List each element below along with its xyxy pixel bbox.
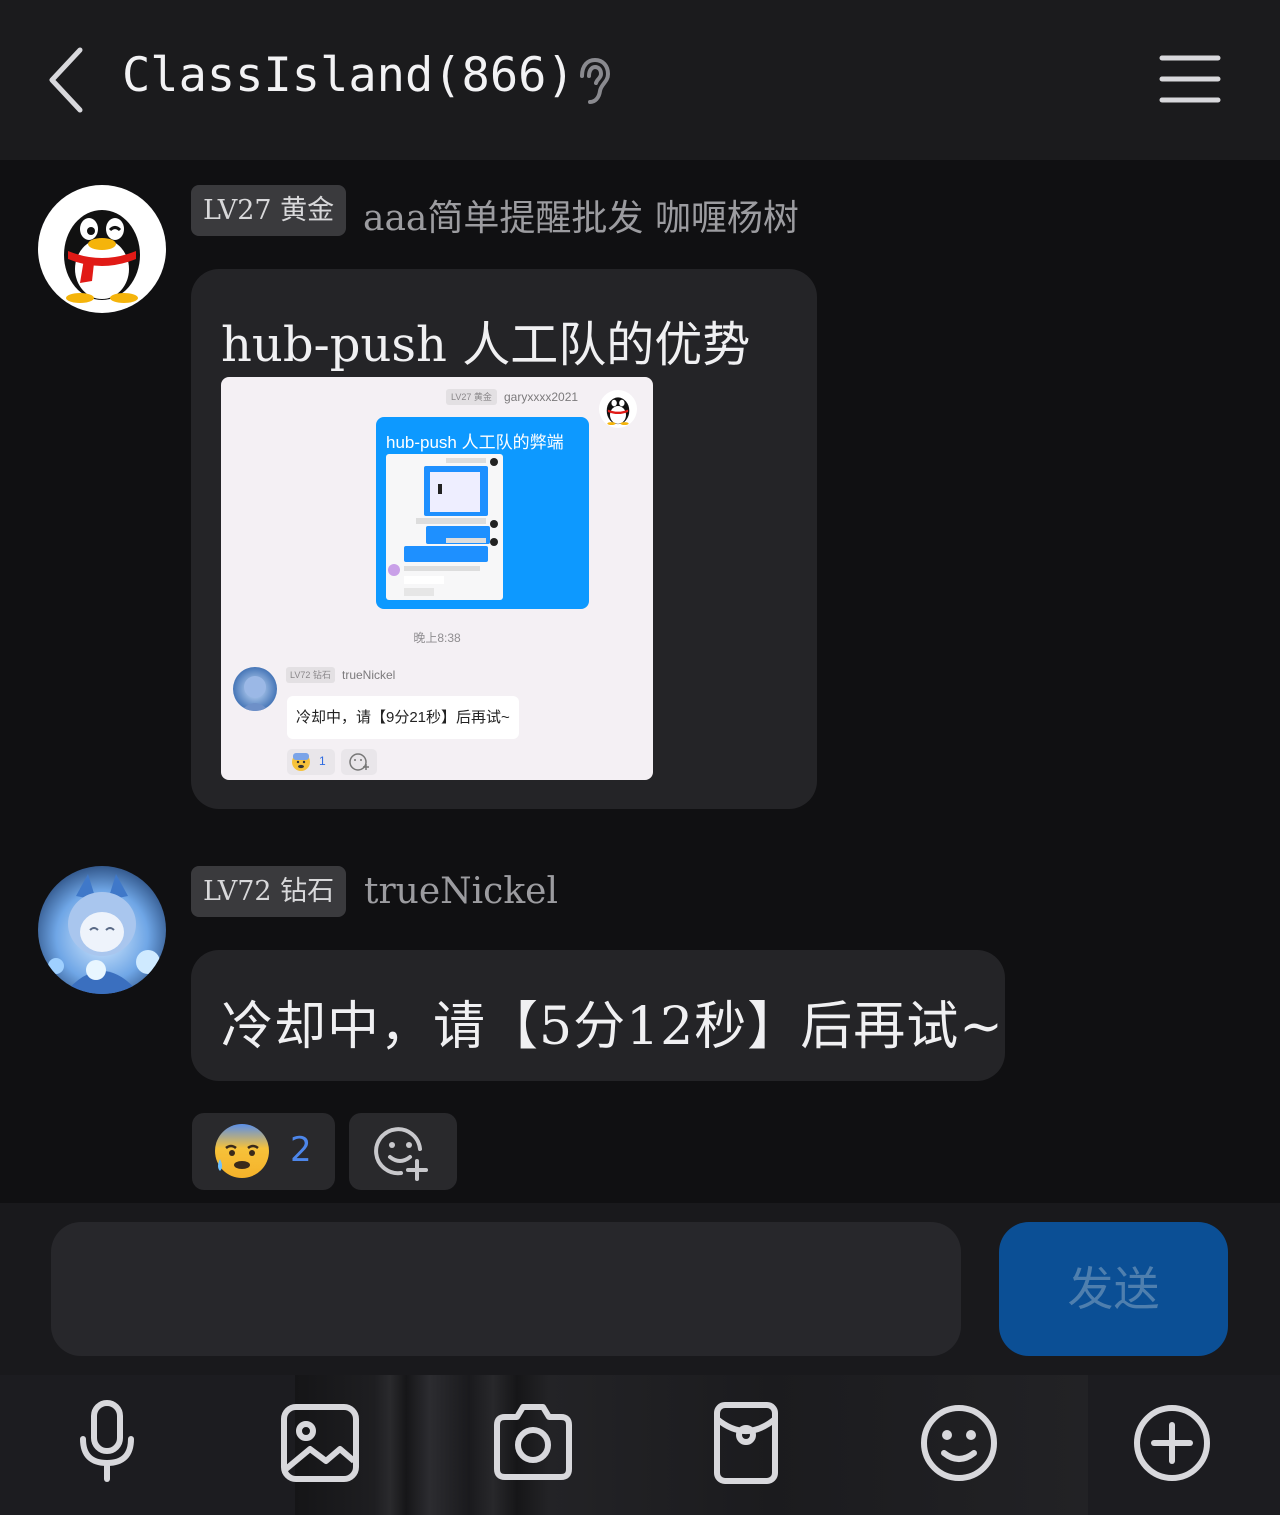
emoji-icon [921,1405,997,1481]
anime-avatar-icon [233,667,277,711]
screenshot-level-badge: LV27 黄金 [446,389,497,405]
camera-icon [494,1404,572,1480]
screenshot-add-reaction [341,749,377,775]
add-reaction-icon [374,1127,428,1181]
red-packet-button[interactable] [696,1393,796,1493]
screenshot-level-badge-2: LV72 钻石 [286,667,335,683]
message-bubble[interactable]: hub-push 人工队的优势 LV27 黄金 garyxxxx2021 hub… [191,269,817,809]
chat-header: ClassIsland(866) [0,0,1280,160]
anxious-sweat-emoji-icon [292,753,310,771]
anxious-sweat-emoji-icon [215,1124,269,1178]
anime-character-avatar-icon [38,866,166,994]
menu-button[interactable] [1158,52,1222,106]
send-button[interactable]: 发送 [999,1222,1228,1356]
qq-penguin-avatar-icon [64,210,140,303]
screenshot-reply-text: 冷却中，请【9分21秒】后再试~ [287,696,519,739]
plus-circle-icon [1134,1405,1210,1481]
microphone-button[interactable] [57,1393,157,1493]
back-button[interactable] [40,40,100,120]
qq-penguin-icon [606,397,630,426]
avatar[interactable] [38,185,166,313]
more-button[interactable] [1122,1393,1222,1493]
microphone-icon [80,1400,134,1482]
message-composer: 发送 [0,1203,1280,1375]
hamburger-menu-icon [1159,55,1221,103]
camera-button[interactable] [483,1393,583,1493]
message-text: hub-push 人工队的优势 [221,317,751,373]
level-badge: LV72 钻石 [191,866,347,917]
screenshot-nickname-2: trueNickel [342,668,396,682]
ear-icon[interactable] [574,56,614,106]
screenshot-reaction: 1 [287,749,335,775]
screenshot-avatar [599,390,637,428]
message-text: 冷却中，请【5分12秒】后再试~ [221,997,1004,1057]
red-packet-icon [714,1402,778,1484]
screenshot-bubble-text: hub-push 人工队的弊端 [386,433,564,452]
image-button[interactable] [270,1393,370,1493]
screenshot-timestamp: 晚上8:38 [413,631,461,645]
attached-screenshot[interactable]: LV27 黄金 garyxxxx2021 hub-push 人工队的弊端 晚上8… [221,377,653,780]
add-reaction-button[interactable] [349,1113,457,1190]
screenshot-bubble: hub-push 人工队的弊端 [376,417,589,609]
nested-screenshot [386,454,503,600]
add-reaction-icon [349,753,369,771]
nested-chat-thumbnail [388,458,498,596]
avatar[interactable] [38,866,166,994]
screenshot-avatar-2 [233,667,277,711]
input-toolbar [0,1375,1280,1515]
sender-nickname[interactable]: aaa简单提醒批发 咖喱杨树 [363,189,799,241]
sender-nickname[interactable]: trueNickel [364,871,558,912]
chevron-left-icon [49,47,83,113]
level-badge: LV27 黄金 [191,185,347,236]
message-bubble[interactable]: 冷却中，请【5分12秒】后再试~ [191,950,1005,1081]
reaction-chip[interactable]: 2 [192,1113,335,1190]
message-input[interactable] [51,1222,961,1356]
reaction-count: 2 [290,1130,312,1170]
chat-title[interactable]: ClassIsland(866) [122,48,575,103]
emoji-button[interactable] [909,1393,1009,1493]
image-icon [281,1404,359,1482]
screenshot-reaction-count: 1 [319,754,326,768]
screenshot-nickname: garyxxxx2021 [504,390,579,404]
